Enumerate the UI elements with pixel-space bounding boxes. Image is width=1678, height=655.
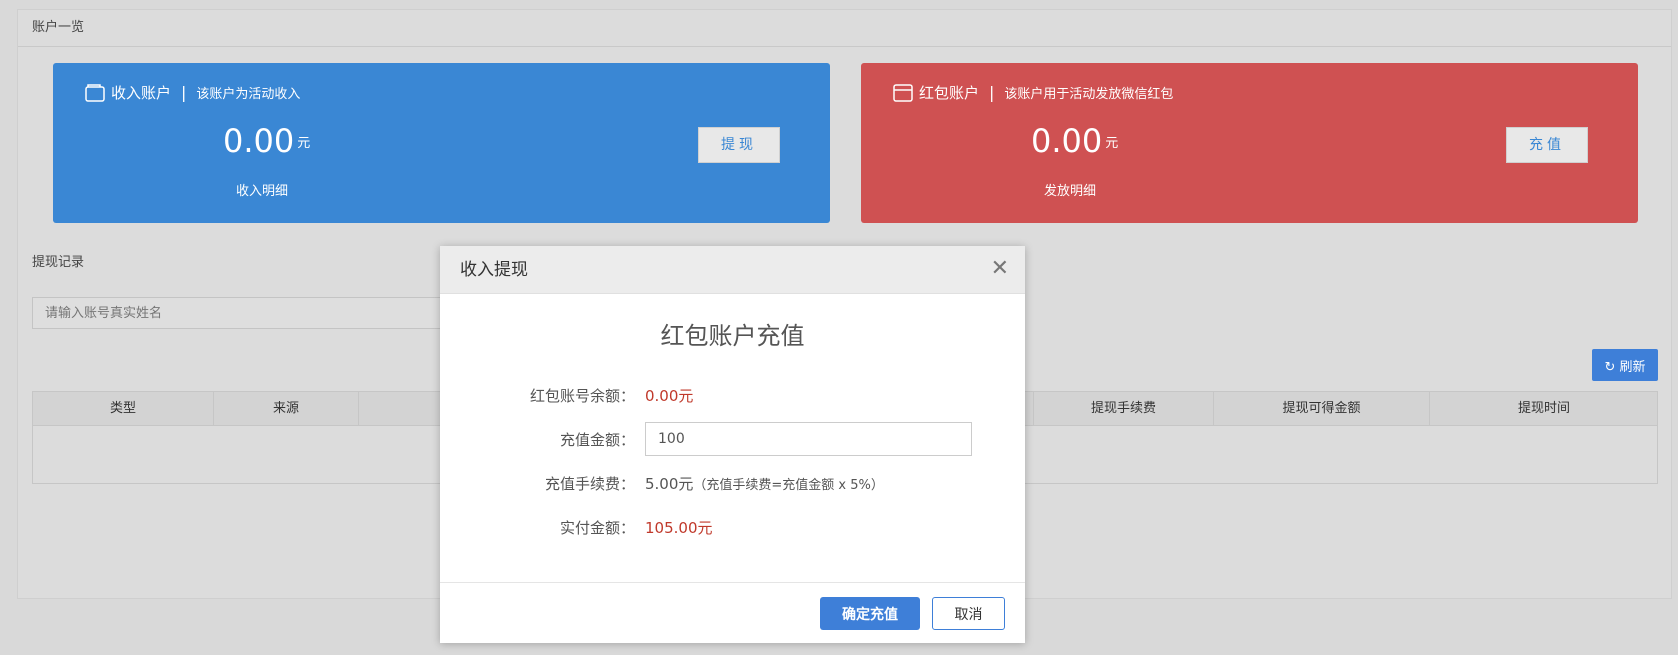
refresh-icon: ↻ xyxy=(1604,359,1616,375)
income-detail-link[interactable]: 收入明细 xyxy=(236,180,288,199)
modal-title: 红包账户充值 xyxy=(660,322,805,350)
fee-value: 5.00元 xyxy=(645,474,694,493)
fee-note: （充值手续费=充值金额 x 5%） xyxy=(693,477,884,493)
income-balance-unit: 元 xyxy=(297,136,311,151)
title-separator: | xyxy=(181,83,187,102)
pay-value: 105.00元 xyxy=(645,518,713,537)
redpacket-account-desc: 该账户用于活动发放微信红包 xyxy=(1004,87,1174,102)
refresh-label: 刷新 xyxy=(1619,359,1646,375)
recharge-modal: 收入提现 ✕ 红包账户充值 红包账号余额： 0.00元 充值金额： 充值手续费：… xyxy=(440,246,1025,643)
redpacket-balance-unit: 元 xyxy=(1105,136,1119,151)
income-account-desc: 该账户为活动收入 xyxy=(196,87,301,102)
income-account-title: 收入账户 xyxy=(111,84,172,102)
cancel-button[interactable]: 取消 xyxy=(932,597,1005,630)
income-balance: 0.00 xyxy=(223,122,295,160)
withdraw-records-label: 提现记录 xyxy=(32,255,85,270)
modal-header-title: 收入提现 xyxy=(460,260,528,280)
redpacket-balance: 0.00 xyxy=(1031,122,1103,160)
modal-footer: 确定充值 取消 xyxy=(440,582,1025,643)
panel-title: 账户一览 xyxy=(18,10,1671,47)
column-header: 类型 xyxy=(33,392,214,426)
balance-label: 红包账号余额： xyxy=(529,386,635,405)
fee-label: 充值手续费： xyxy=(544,474,635,493)
column-header: 来源 xyxy=(214,392,359,426)
redpacket-account-title: 红包账户 xyxy=(919,84,980,102)
recharge-amount-input[interactable] xyxy=(645,422,972,456)
column-header: 提现手续费 xyxy=(1033,392,1214,426)
close-icon[interactable]: ✕ xyxy=(991,246,1009,292)
refresh-button[interactable]: ↻ 刷新 xyxy=(1592,349,1658,381)
title-separator: | xyxy=(989,83,995,102)
redpacket-detail-link[interactable]: 发放明细 xyxy=(1044,180,1096,199)
realname-search-input[interactable] xyxy=(32,297,452,329)
withdraw-button[interactable]: 提现 xyxy=(698,127,780,163)
wallet-icon xyxy=(85,83,105,102)
envelope-icon xyxy=(893,83,913,102)
balance-value: 0.00元 xyxy=(645,386,694,405)
recharge-button[interactable]: 充值 xyxy=(1506,127,1588,163)
column-header: 提现可得金额 xyxy=(1214,392,1430,426)
income-account-card: 收入账户 | 该账户为活动收入 0.00 元 收入明细 提现 xyxy=(53,63,830,223)
column-header: 提现时间 xyxy=(1517,401,1570,416)
confirm-recharge-button[interactable]: 确定充值 xyxy=(820,597,920,630)
redpacket-account-card: 红包账户 | 该账户用于活动发放微信红包 0.00 元 发放明细 充值 xyxy=(861,63,1638,223)
amount-label: 充值金额： xyxy=(559,430,635,449)
pay-label: 实付金额： xyxy=(559,518,635,537)
